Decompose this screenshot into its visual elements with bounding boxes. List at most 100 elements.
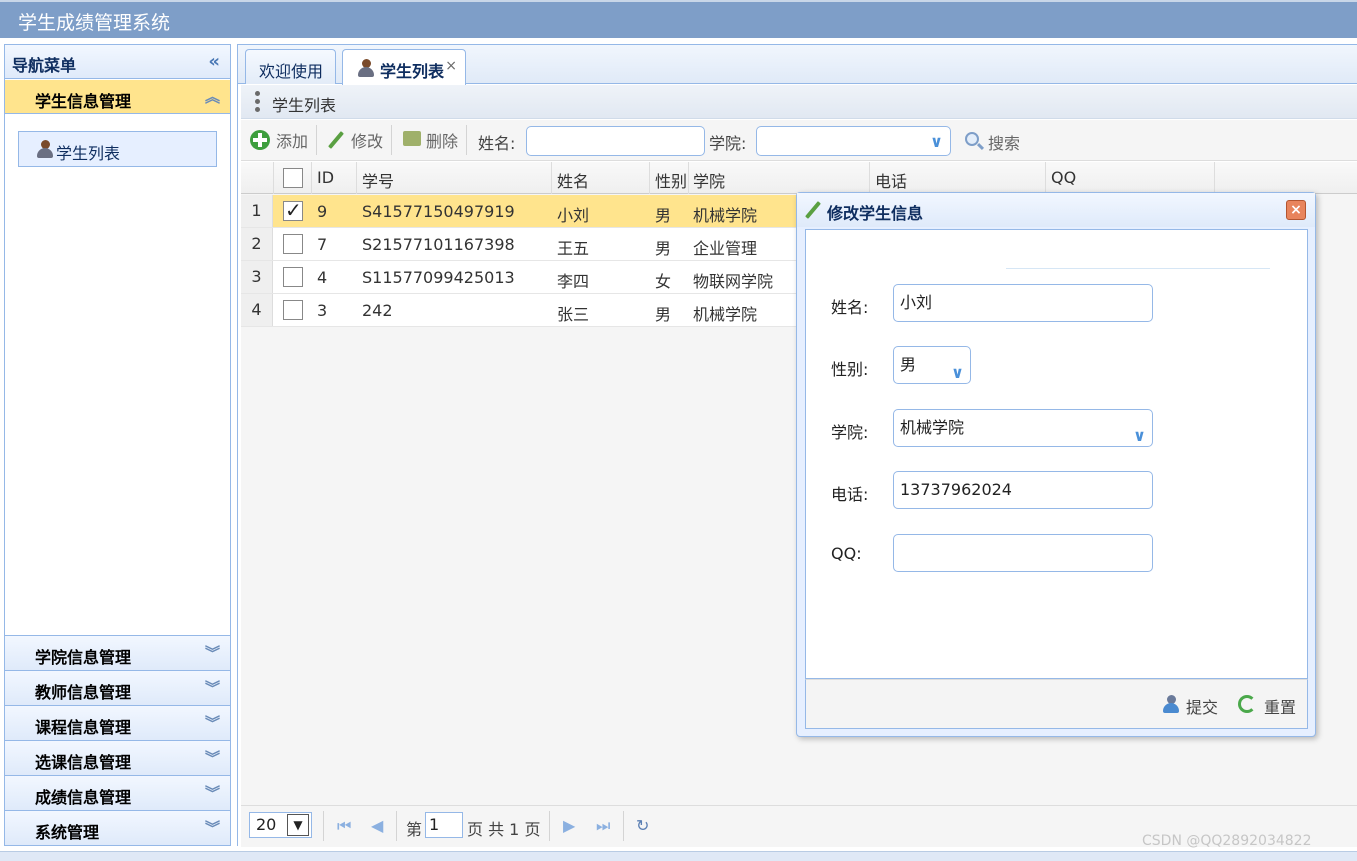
accordion-teacher-info[interactable]: 教师信息管理 ︾ bbox=[5, 670, 230, 705]
chevron-down-icon[interactable]: ︾ bbox=[205, 817, 220, 838]
cell-name: 李四 bbox=[557, 272, 590, 291]
edit-icon bbox=[328, 131, 344, 149]
dialog-title: 修改学生信息 bbox=[827, 204, 924, 223]
row-checkbox[interactable] bbox=[283, 198, 303, 222]
first-page-icon[interactable]: ⏮ bbox=[337, 816, 351, 836]
column-header-sno[interactable]: 学号 bbox=[362, 168, 394, 192]
next-page-icon[interactable]: ▶ bbox=[563, 816, 575, 835]
column-header-qq[interactable]: QQ bbox=[1051, 168, 1076, 187]
cell-sno: S41577150497919 bbox=[362, 202, 515, 221]
prev-page-icon[interactable]: ◀ bbox=[371, 816, 383, 835]
cell-sno: S21577101167398 bbox=[362, 235, 515, 254]
sidebar: 导航菜单 « 学生信息管理 ︽ 学生列表 学院信息管理 ︾ 教师信息管理 ︾ 课… bbox=[4, 44, 231, 846]
row-checkbox[interactable] bbox=[283, 267, 303, 287]
accordion-college-info[interactable]: 学院信息管理 ︾ bbox=[5, 635, 230, 670]
chevron-down-icon[interactable]: ︾ bbox=[205, 712, 220, 733]
college-filter-select[interactable]: ∨ bbox=[756, 126, 951, 156]
row-checkbox[interactable] bbox=[283, 300, 303, 320]
divider bbox=[1006, 268, 1270, 269]
row-number: 1 bbox=[241, 195, 273, 227]
close-icon[interactable]: × bbox=[1286, 200, 1306, 220]
refresh-icon[interactable]: ↻ bbox=[636, 816, 649, 835]
grid-title-bar: 学生列表 bbox=[241, 85, 1357, 119]
bottom-strip bbox=[0, 851, 1357, 861]
sidebar-title: 导航菜单 bbox=[12, 56, 77, 75]
phone-input[interactable]: 13737962024 bbox=[893, 471, 1153, 509]
select-all-checkbox[interactable] bbox=[283, 168, 303, 188]
accordion-course-info[interactable]: 课程信息管理 ︾ bbox=[5, 705, 230, 740]
accordion-title: 选课信息管理 bbox=[35, 753, 132, 772]
dialog-header[interactable]: 修改学生信息 × bbox=[797, 193, 1315, 227]
chevron-down-icon[interactable]: ∨ bbox=[926, 127, 950, 155]
cell-sno: S11577099425013 bbox=[362, 268, 515, 287]
page-size-select[interactable]: 20 ▼ bbox=[249, 812, 312, 838]
submit-icon bbox=[1162, 695, 1180, 713]
page-prefix: 第 bbox=[406, 820, 423, 839]
name-label: 姓名: bbox=[831, 298, 869, 317]
row-number: 4 bbox=[241, 294, 273, 326]
search-button[interactable]: 搜索 bbox=[988, 130, 1020, 154]
row-number: 3 bbox=[241, 261, 273, 293]
column-header-college[interactable]: 学院 bbox=[693, 168, 725, 192]
accordion-system-management[interactable]: 系统管理 ︾ bbox=[5, 810, 230, 845]
accordion-grade-info[interactable]: 成绩信息管理 ︾ bbox=[5, 775, 230, 810]
dialog-footer: 提交 重置 bbox=[805, 679, 1308, 729]
cell-name: 张三 bbox=[557, 305, 590, 324]
table-row[interactable]: 4 3 242 张三 男 机械学院 bbox=[241, 294, 801, 327]
chevron-down-icon[interactable]: ▼ bbox=[287, 814, 309, 836]
sidebar-item-student-list[interactable]: 学生列表 bbox=[18, 131, 217, 167]
table-row[interactable]: 2 7 S21577101167398 王五 男 企业管理 bbox=[241, 228, 801, 261]
accordion-title: 系统管理 bbox=[35, 823, 100, 842]
page-number-input[interactable]: 1 bbox=[425, 812, 463, 838]
cell-gender: 男 bbox=[655, 206, 672, 225]
accordion-student-info[interactable]: 学生信息管理 ︽ bbox=[5, 80, 230, 114]
chevron-down-icon[interactable]: ︾ bbox=[205, 747, 220, 768]
row-checkbox[interactable] bbox=[283, 234, 303, 254]
reset-button[interactable]: 重置 bbox=[1264, 694, 1296, 718]
tab-welcome[interactable]: 欢迎使用 bbox=[245, 49, 336, 84]
chevron-down-icon[interactable]: ︾ bbox=[205, 677, 220, 698]
chevron-down-icon[interactable]: ∨ bbox=[951, 355, 964, 391]
column-header-phone[interactable]: 电话 bbox=[875, 168, 907, 192]
delete-button[interactable]: 删除 bbox=[426, 128, 458, 152]
refresh-icon bbox=[1238, 695, 1256, 713]
sidebar-header: 导航菜单 « bbox=[5, 45, 230, 79]
close-icon[interactable]: × bbox=[445, 58, 457, 74]
grid-toolbar: 添加 修改 删除 姓名: 学院: ∨ 搜索 bbox=[241, 120, 1357, 161]
college-select[interactable]: 机械学院 ∨ bbox=[893, 409, 1153, 447]
grid-title: 学生列表 bbox=[272, 96, 337, 115]
table-header: ID 学号 姓名 性别 学院 电话 QQ bbox=[241, 162, 1357, 194]
column-header-gender[interactable]: 性别 bbox=[655, 168, 687, 192]
chevron-down-icon[interactable]: ︾ bbox=[205, 782, 220, 803]
cell-college: 企业管理 bbox=[693, 239, 758, 258]
tab-student-list[interactable]: 学生列表 × bbox=[342, 49, 466, 85]
add-button[interactable]: 添加 bbox=[276, 128, 308, 152]
college-label: 学院: bbox=[831, 423, 869, 442]
chevron-down-icon[interactable]: ︾ bbox=[205, 642, 220, 663]
chevron-down-icon[interactable]: ∨ bbox=[1133, 418, 1146, 454]
accordion-title: 课程信息管理 bbox=[35, 718, 132, 737]
table-row[interactable]: 3 4 S11577099425013 李四 女 物联网学院 bbox=[241, 261, 801, 294]
last-page-icon[interactable]: ⏭ bbox=[596, 816, 610, 836]
chevron-up-icon[interactable]: ︽ bbox=[205, 86, 220, 107]
gender-select[interactable]: 男 ∨ bbox=[893, 346, 971, 384]
cell-id: 3 bbox=[317, 301, 328, 320]
dialog-form: 姓名: 小刘 性别: 男 ∨ 学院: 机械学院 ∨ 电话: 1373796202… bbox=[805, 229, 1308, 679]
name-filter-input[interactable] bbox=[526, 126, 705, 156]
watermark-text: CSDN @QQ2892034822 bbox=[1142, 833, 1312, 849]
name-input[interactable]: 小刘 bbox=[893, 284, 1153, 322]
tab-label: 学生列表 bbox=[380, 62, 445, 81]
submit-button[interactable]: 提交 bbox=[1186, 694, 1218, 718]
table-row[interactable]: 1 9 S41577150497919 小刘 男 机械学院 bbox=[241, 195, 801, 228]
search-icon bbox=[965, 132, 979, 146]
qq-input[interactable] bbox=[893, 534, 1153, 572]
edit-button[interactable]: 修改 bbox=[351, 128, 383, 152]
accordion-course-selection-info[interactable]: 选课信息管理 ︾ bbox=[5, 740, 230, 775]
tab-bar: 欢迎使用 学生列表 × bbox=[238, 45, 1357, 85]
collapse-sidebar-icon[interactable]: « bbox=[208, 51, 220, 72]
cell-sno: 242 bbox=[362, 301, 393, 320]
column-header-name[interactable]: 姓名 bbox=[557, 168, 589, 192]
column-header-id[interactable]: ID bbox=[317, 168, 334, 187]
delete-icon bbox=[403, 131, 421, 146]
sidebar-item-label: 学生列表 bbox=[56, 144, 121, 163]
